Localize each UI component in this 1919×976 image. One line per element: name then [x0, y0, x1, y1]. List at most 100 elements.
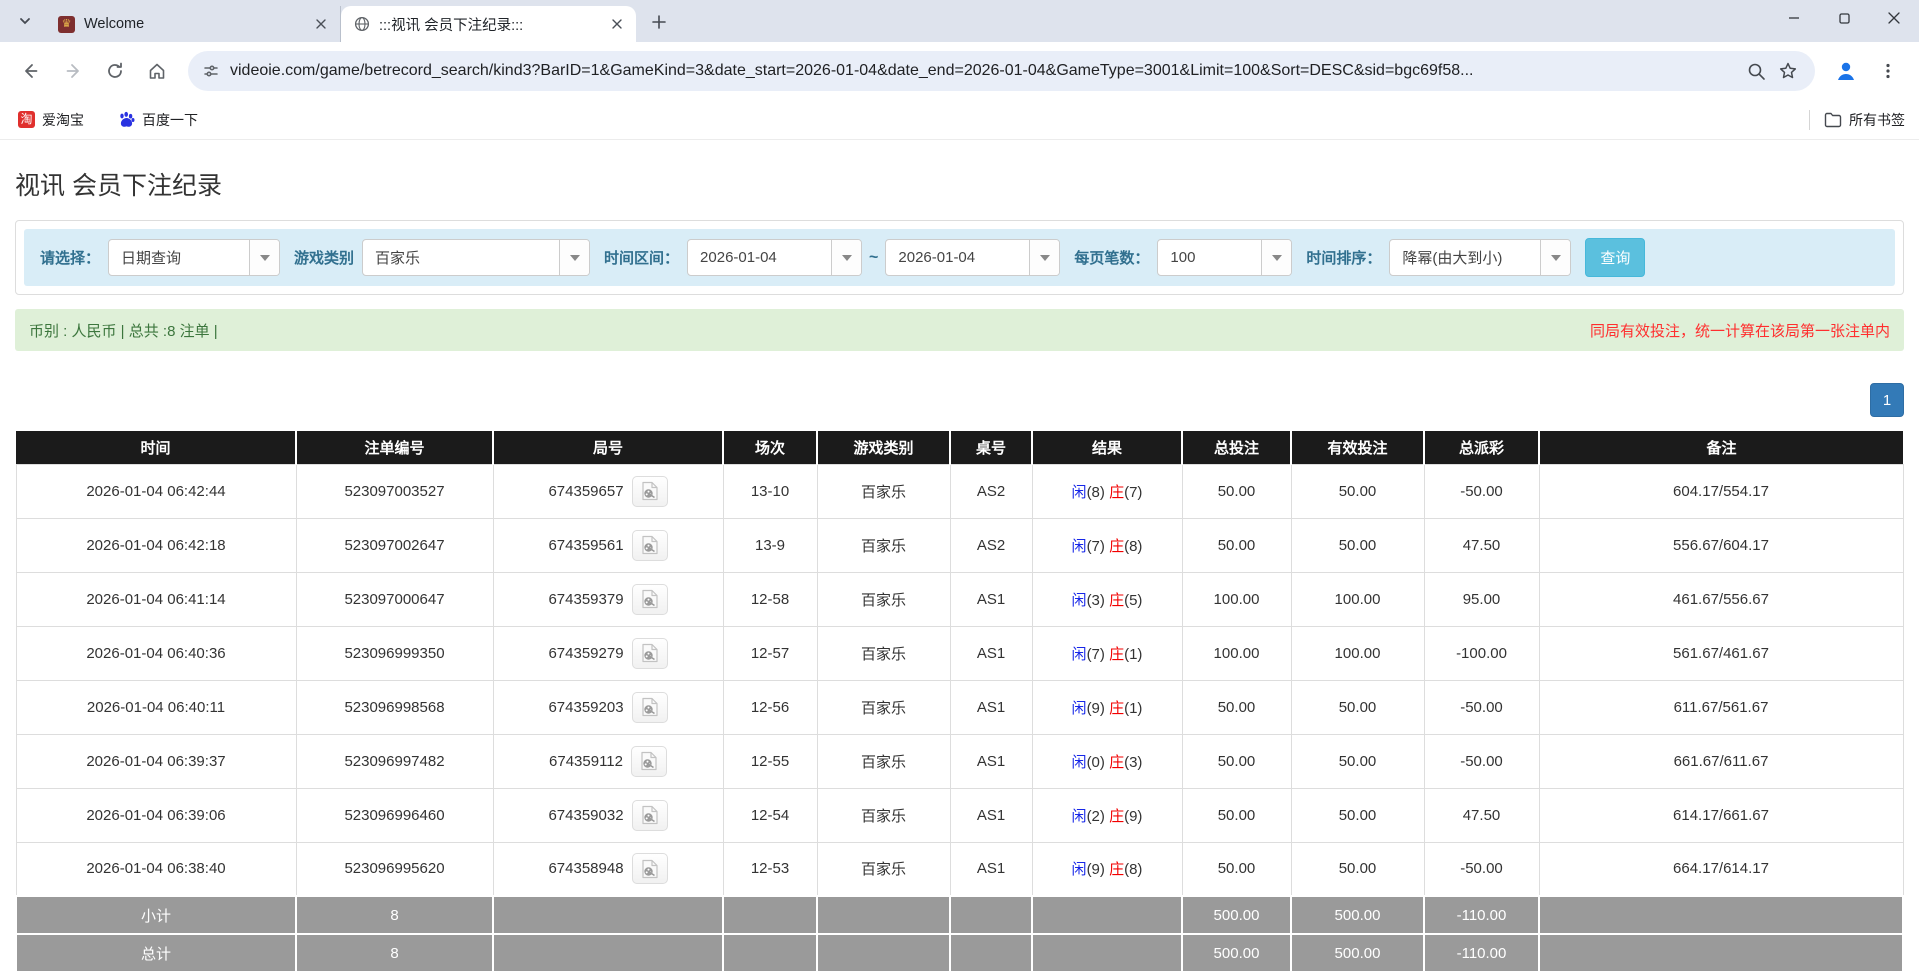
caret-down-icon — [559, 240, 589, 275]
magnifier-icon — [1747, 62, 1766, 81]
cell-total-bet[interactable]: 50.00 — [1182, 788, 1291, 842]
url-text[interactable]: videoie.com/game/betrecord_search/kind3?… — [230, 62, 1737, 80]
cell-total-bet[interactable]: 100.00 — [1182, 626, 1291, 680]
profile-button[interactable] — [1827, 52, 1865, 90]
back-button[interactable] — [12, 52, 50, 90]
cell-game-kind: 百家乐 — [817, 464, 950, 518]
chevron-down-icon — [18, 14, 32, 28]
tab-betrecord[interactable]: :::视讯 会员下注纪录::: — [341, 6, 636, 42]
sort-select[interactable]: 降幂(由大到小) — [1389, 239, 1571, 276]
query-button[interactable]: 查询 — [1585, 238, 1645, 277]
film-file-icon — [641, 643, 659, 663]
cell-valid-bet: 100.00 — [1291, 572, 1424, 626]
per-page-select[interactable]: 100 — [1157, 239, 1292, 276]
table-row: 2026-01-04 06:39:06 523096996460 6743590… — [16, 788, 1903, 842]
page-1-button[interactable]: 1 — [1870, 383, 1904, 417]
filter-panel: 请选择： 日期查询 游戏类别 百家乐 时间区间： 2026-01-04 ~ 20… — [15, 220, 1904, 295]
header-bet-id: 注单编号 — [296, 431, 493, 464]
cell-valid-bet: 50.00 — [1291, 842, 1424, 896]
video-replay-button[interactable] — [632, 476, 668, 507]
currency-total-text: 币别 : 人民币 | 总共 :8 注单 | — [29, 320, 218, 341]
taobao-icon: 淘 — [18, 111, 35, 128]
header-payout: 总派彩 — [1424, 431, 1539, 464]
zoom-page-button[interactable] — [1743, 58, 1769, 84]
result-banker-score: (1) — [1124, 700, 1142, 717]
cell-bet-id: 523096995620 — [296, 842, 493, 896]
cell-session: 12-54 — [723, 788, 817, 842]
bookmark-label: 爱淘宝 — [42, 110, 84, 130]
menu-button[interactable] — [1869, 52, 1907, 90]
date-start-input[interactable]: 2026-01-04 — [687, 239, 862, 276]
result-banker-label: 庄 — [1109, 754, 1124, 771]
close-window-button[interactable] — [1869, 0, 1919, 36]
minimize-button[interactable] — [1769, 0, 1819, 36]
query-type-select[interactable]: 日期查询 — [108, 239, 280, 276]
video-replay-button[interactable] — [632, 584, 668, 615]
tab-search-button[interactable] — [8, 4, 42, 38]
cell-total-bet[interactable]: 50.00 — [1182, 518, 1291, 572]
caret-down-icon — [249, 240, 279, 275]
cell-game-kind: 百家乐 — [817, 842, 950, 896]
video-replay-button[interactable] — [632, 530, 668, 561]
cell-empty — [723, 896, 817, 934]
total-label: 总计 — [16, 934, 296, 972]
tab-close-icon[interactable] — [608, 15, 626, 33]
cell-round: 674359561 — [493, 518, 723, 572]
cell-empty — [950, 896, 1032, 934]
tab-welcome[interactable]: ♛ Welcome — [46, 6, 341, 42]
cell-result: 闲(7) 庄(8) — [1032, 518, 1182, 572]
header-valid-bet: 有效投注 — [1291, 431, 1424, 464]
site-settings-icon[interactable] — [202, 62, 220, 80]
reload-icon — [105, 61, 125, 81]
round-number: 674359203 — [548, 699, 623, 716]
cell-session: 12-53 — [723, 842, 817, 896]
cell-total-bet[interactable]: 50.00 — [1182, 842, 1291, 896]
table-header-row: 时间 注单编号 局号 场次 游戏类别 桌号 结果 总投注 有效投注 总派彩 备注 — [16, 431, 1903, 464]
result-banker-label: 庄 — [1109, 538, 1124, 555]
video-replay-button[interactable] — [631, 746, 667, 777]
all-bookmarks[interactable]: 所有书签 — [1809, 110, 1905, 130]
cell-remark: 604.17/554.17 — [1539, 464, 1903, 518]
divider — [1809, 110, 1810, 130]
tab-close-icon[interactable] — [312, 15, 330, 33]
cell-empty — [817, 896, 950, 934]
table-row: 2026-01-04 06:42:44 523097003527 6743596… — [16, 464, 1903, 518]
url-bar[interactable]: videoie.com/game/betrecord_search/kind3?… — [188, 51, 1815, 91]
cell-table-no: AS1 — [950, 788, 1032, 842]
cell-total-bet[interactable]: 100.00 — [1182, 572, 1291, 626]
sort-value: 降幂(由大到小) — [1390, 240, 1514, 275]
home-button[interactable] — [138, 52, 176, 90]
pagination: 1 — [15, 383, 1904, 417]
cell-total-bet[interactable]: 50.00 — [1182, 464, 1291, 518]
filter-bar: 请选择： 日期查询 游戏类别 百家乐 时间区间： 2026-01-04 ~ 20… — [24, 229, 1895, 286]
bookmark-star-button[interactable] — [1775, 58, 1801, 84]
cell-total-bet[interactable]: 50.00 — [1182, 734, 1291, 788]
reload-button[interactable] — [96, 52, 134, 90]
video-replay-button[interactable] — [632, 692, 668, 723]
cell-result: 闲(7) 庄(1) — [1032, 626, 1182, 680]
subtotal-total-bet: 500.00 — [1182, 896, 1291, 934]
bookmark-aitaobao[interactable]: 淘 爱淘宝 — [14, 106, 88, 134]
date-end-input[interactable]: 2026-01-04 — [885, 239, 1060, 276]
cell-time: 2026-01-04 06:41:14 — [16, 572, 296, 626]
result-player-label: 闲 — [1072, 808, 1087, 825]
cell-total-bet[interactable]: 50.00 — [1182, 680, 1291, 734]
forward-button[interactable] — [54, 52, 92, 90]
cell-bet-id: 523096998568 — [296, 680, 493, 734]
result-player-label: 闲 — [1072, 484, 1087, 501]
summary-bar: 币别 : 人民币 | 总共 :8 注单 | 同局有效投注，统一计算在该局第一张注… — [15, 309, 1904, 351]
new-tab-button[interactable] — [644, 7, 674, 37]
bookmark-baidu[interactable]: 百度一下 — [114, 106, 202, 134]
game-kind-select[interactable]: 百家乐 — [362, 239, 590, 276]
cell-round: 674359379 — [493, 572, 723, 626]
cell-round: 674359279 — [493, 626, 723, 680]
cell-table-no: AS1 — [950, 842, 1032, 896]
video-replay-button[interactable] — [632, 638, 668, 669]
maximize-button[interactable] — [1819, 0, 1869, 36]
cell-remark: 661.67/611.67 — [1539, 734, 1903, 788]
cell-empty — [1539, 934, 1903, 972]
cell-table-no: AS1 — [950, 680, 1032, 734]
video-replay-button[interactable] — [632, 800, 668, 831]
table-row: 2026-01-04 06:41:14 523097000647 6743593… — [16, 572, 1903, 626]
video-replay-button[interactable] — [632, 853, 668, 884]
